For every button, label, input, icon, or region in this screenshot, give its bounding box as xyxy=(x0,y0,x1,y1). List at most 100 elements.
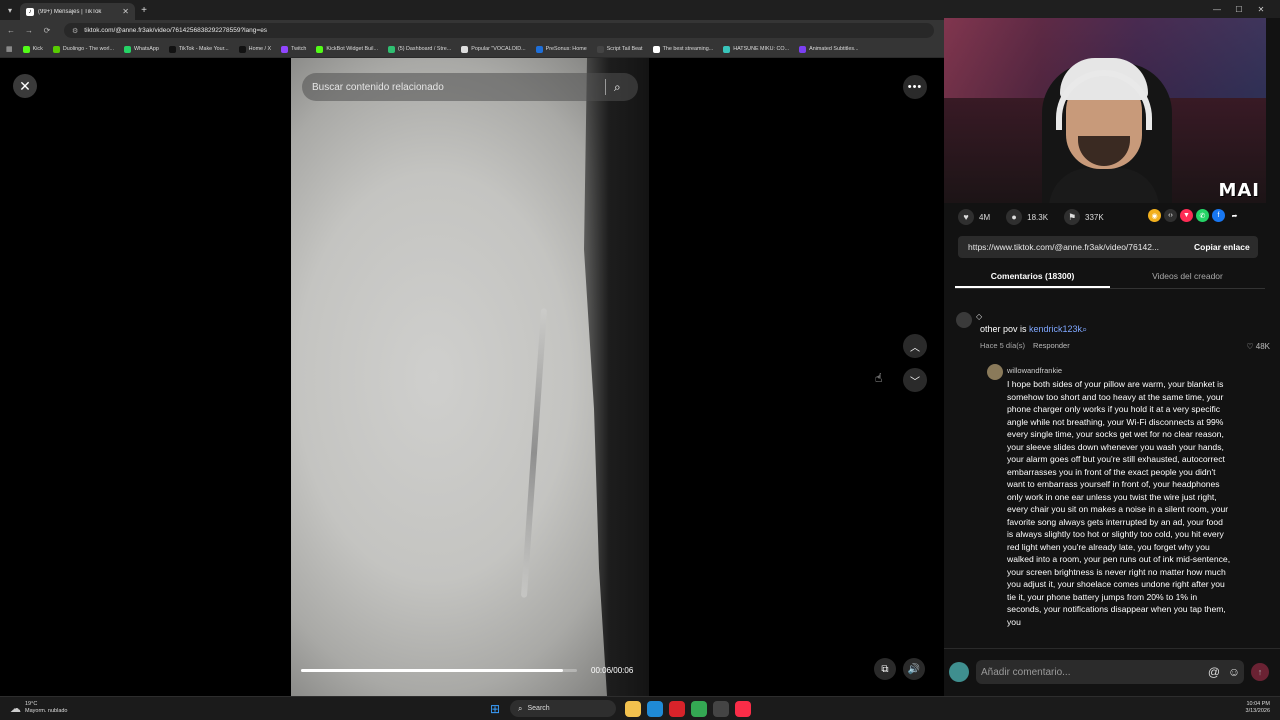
new-tab-icon[interactable]: + xyxy=(135,1,153,19)
comment-count: 18.3K xyxy=(1027,212,1049,222)
comment-stat[interactable]: ● 18.3K xyxy=(1006,209,1048,225)
minimize-icon[interactable]: — xyxy=(1206,5,1228,14)
bookmark-item[interactable]: Twitch xyxy=(281,45,306,53)
share-link-row: https://www.tiktok.com/@anne.fr3ak/video… xyxy=(958,236,1258,258)
coin-icon[interactable]: ◉ xyxy=(1148,209,1161,222)
heart-outline-icon: ♡ xyxy=(1246,342,1254,351)
comment-list[interactable]: ◇ other pov is kendrick123k⌕ Hace 5 día(… xyxy=(952,306,1272,648)
comment-like[interactable]: ♡ 48K xyxy=(1246,342,1270,351)
taskbar: ☁ 19°C Mayorm. nublado ⊞ ⌕ Search 10:04 … xyxy=(0,696,1280,720)
video-progress-fill xyxy=(301,669,564,672)
reload-icon[interactable]: ⟳ xyxy=(40,24,54,38)
whatsapp-icon[interactable]: ✆ xyxy=(1196,209,1209,222)
mention-icon[interactable]: @ xyxy=(1204,665,1224,679)
bookmark-favicon-icon xyxy=(596,45,604,53)
video-crease xyxy=(520,308,548,598)
reply-username[interactable]: willowandfrankie xyxy=(1007,366,1062,375)
video-shadow xyxy=(584,58,649,696)
taskbar-apps: ⊞ ⌕ Search xyxy=(488,700,754,717)
bookmark-favicon-icon xyxy=(281,45,289,53)
address-url: tiktok.com/@anne.fr3ak/video/76142568382… xyxy=(84,27,268,34)
bookmark-item[interactable]: Animated Subtitles... xyxy=(799,45,859,53)
back-icon[interactable]: ← xyxy=(4,24,18,38)
search-divider xyxy=(605,79,606,95)
bookmark-favicon-icon xyxy=(238,45,246,53)
bookmark-item[interactable]: Script Tail Beat xyxy=(596,45,643,53)
facebook-icon[interactable]: f xyxy=(1212,209,1225,222)
bookmark-favicon-icon xyxy=(535,45,543,53)
site-info-icon[interactable]: ⚙ xyxy=(72,27,78,35)
windows-start-icon[interactable]: ⊞ xyxy=(488,702,502,716)
reply-button[interactable]: Responder xyxy=(1033,341,1070,350)
heart-icon: ♥ xyxy=(958,209,974,225)
previous-video-icon[interactable]: ︿ xyxy=(903,334,927,358)
webcam-overlay-text: MAI xyxy=(1218,180,1260,201)
maximize-icon[interactable]: ☐ xyxy=(1228,5,1250,14)
tab-creator-videos[interactable]: Videos del creador xyxy=(1110,266,1265,288)
bookmark-favicon-icon xyxy=(387,45,395,53)
tab-close-icon[interactable]: ✕ xyxy=(122,7,129,16)
bookmark-item[interactable]: (5) Dashboard / Stre... xyxy=(387,45,451,53)
comment-text: other pov is kendrick123k⌕ xyxy=(980,324,1087,335)
next-video-icon[interactable]: ﹀ xyxy=(903,368,927,392)
address-bar[interactable]: ⚙ tiktok.com/@anne.fr3ak/video/761425683… xyxy=(64,23,934,38)
bookmark-item[interactable]: Home / X xyxy=(238,45,271,53)
bookmark-item[interactable]: TikTok - Make Your... xyxy=(168,45,229,53)
volume-icon[interactable]: 🔊 xyxy=(903,658,925,680)
chatgpt-icon[interactable] xyxy=(713,700,729,717)
bookmark-item[interactable]: Duolingo - The worl... xyxy=(52,45,114,53)
weather-widget[interactable]: ☁ 19°C Mayorm. nublado xyxy=(10,701,68,715)
tab-comments[interactable]: Comentarios (18300) xyxy=(955,266,1110,288)
share-arrow-icon[interactable]: ➦ xyxy=(1228,209,1241,222)
bookmark-label: Popular "VOCALOID... xyxy=(471,46,526,52)
comment-mention[interactable]: kendrick123k xyxy=(1029,324,1082,334)
video-progress-bar[interactable] xyxy=(301,669,577,672)
search-icon: ⌕ xyxy=(518,703,523,713)
bookmark-favicon-icon xyxy=(168,45,176,53)
bookmark-favicon-icon xyxy=(652,45,660,53)
bookmark-label: The best streaming... xyxy=(662,46,714,52)
tab-search-icon[interactable]: ▾ xyxy=(0,0,20,20)
avatar[interactable] xyxy=(987,364,1003,380)
apps-grid-icon[interactable]: ▦ xyxy=(6,45,13,53)
bookmark-item[interactable]: KickBot Widget Buil... xyxy=(316,45,378,53)
bookmark-favicon-icon xyxy=(52,45,60,53)
browser-tab-tiktok[interactable]: ♪ (99+) Mensajes | TikTok ✕ xyxy=(20,3,135,20)
send-icon[interactable]: ▼ xyxy=(1180,209,1193,222)
bookmark-item[interactable]: WhatsApp xyxy=(123,45,159,53)
chrome-icon[interactable] xyxy=(691,700,707,717)
bookmark-item[interactable]: PreSonus: Home xyxy=(535,45,587,53)
more-options-icon[interactable]: ••• xyxy=(903,75,927,99)
save-count: 337K xyxy=(1085,212,1104,222)
system-clock[interactable]: 10:04 PM 3/13/2026 xyxy=(1246,701,1270,715)
window-controls: — ☐ ✕ xyxy=(944,0,1280,18)
bookmark-item[interactable]: The best streaming... xyxy=(652,45,714,53)
send-comment-icon[interactable]: ↑ xyxy=(1251,663,1269,681)
video-player[interactable] xyxy=(291,58,649,696)
share-link-url[interactable]: https://www.tiktok.com/@anne.fr3ak/video… xyxy=(968,242,1178,252)
music-icon[interactable] xyxy=(735,700,751,717)
taskbar-search[interactable]: ⌕ Search xyxy=(510,700,616,717)
file-explorer-icon[interactable] xyxy=(625,700,641,717)
save-stat[interactable]: ⚑ 337K xyxy=(1064,209,1104,225)
emoji-icon[interactable]: ☺ xyxy=(1224,665,1244,679)
related-search-input[interactable] xyxy=(312,81,605,93)
bookmark-item[interactable]: HATSUNE MIKU: CO... xyxy=(723,45,790,53)
avatar[interactable] xyxy=(956,312,972,328)
bookmark-item[interactable]: Popular "VOCALOID... xyxy=(461,45,526,53)
comment-input[interactable] xyxy=(981,666,1204,678)
like-stat[interactable]: ♥ 4M xyxy=(958,209,990,225)
search-icon[interactable]: ⌕ xyxy=(614,80,638,95)
bookmark-item[interactable]: Kick xyxy=(22,45,43,53)
comment-input-box: @ ☺ xyxy=(976,660,1244,684)
opera-icon[interactable] xyxy=(669,700,685,717)
like-count: 4M xyxy=(979,212,991,222)
embed-icon[interactable]: ‹› xyxy=(1164,209,1177,222)
copy-link-button[interactable]: Copiar enlace xyxy=(1194,242,1250,252)
close-icon[interactable]: ✕ xyxy=(13,74,37,98)
window-close-icon[interactable]: ✕ xyxy=(1250,5,1272,14)
bookmark-label: HATSUNE MIKU: CO... xyxy=(733,46,790,52)
floating-player-icon[interactable]: ⧉ xyxy=(874,658,896,680)
edge-icon[interactable] xyxy=(647,700,663,717)
forward-icon[interactable]: → xyxy=(22,24,36,38)
